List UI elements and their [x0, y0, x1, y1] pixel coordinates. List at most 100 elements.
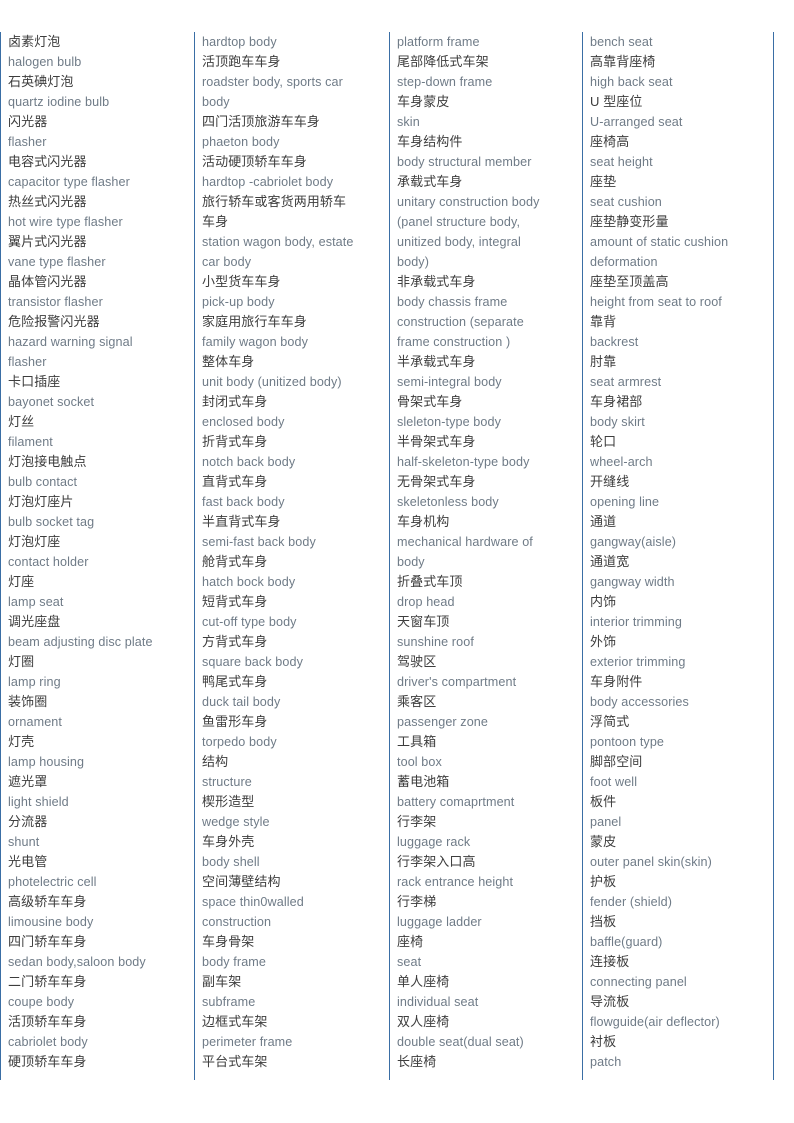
glossary-term-en: light shield — [8, 795, 69, 809]
glossary-term-en: foot well — [590, 775, 638, 789]
glossary-term-en: hardtop body — [202, 35, 277, 49]
glossary-term-zh: 活动硬顶轿车车身 — [202, 154, 307, 169]
glossary-term-en: photelectric cell — [8, 875, 97, 889]
glossary-term-zh: 折叠式车顶 — [397, 574, 463, 589]
glossary-term-en: hatch bock body — [202, 575, 296, 589]
glossary-term-en: perimeter frame — [202, 1035, 293, 1049]
glossary-term-en: body frame — [202, 955, 266, 969]
glossary-term-zh: 通道宽 — [590, 554, 630, 569]
glossary-term-en: tool box — [397, 755, 442, 769]
glossary-term-zh: 光电管 — [8, 854, 48, 869]
glossary-term-zh: 四门活顶旅游车车身 — [202, 114, 320, 129]
glossary-term-zh: 行李架 — [397, 814, 437, 829]
glossary-term-zh: 蒙皮 — [590, 834, 617, 849]
glossary-term-zh: 副车架 — [202, 974, 242, 989]
glossary-term-zh: 护板 — [590, 874, 617, 889]
glossary-term-zh: 灯泡灯座片 — [8, 494, 74, 509]
glossary-term-zh: 通道 — [590, 514, 617, 529]
glossary-term-zh: 楔形造型 — [202, 794, 255, 809]
glossary-term-zh: 平台式车架 — [202, 1054, 268, 1069]
glossary-term-en: semi-integral body — [397, 375, 502, 389]
glossary-term-en: sunshine roof — [397, 635, 474, 649]
glossary-term-en: capacitor type flasher — [8, 175, 130, 189]
glossary-term-zh: 肘靠 — [590, 354, 617, 369]
glossary-term-zh: 灯泡接电触点 — [8, 454, 87, 469]
glossary-term-en: pontoon type — [590, 735, 665, 749]
glossary-term-zh: 座椅高 — [590, 134, 630, 149]
glossary-term-zh: 翼片式闪光器 — [8, 234, 87, 249]
glossary-term-zh: 蓄电池箱 — [397, 774, 450, 789]
glossary-term-zh: 石英碘灯泡 — [8, 74, 74, 89]
glossary-term-zh: 非承载式车身 — [397, 274, 476, 289]
glossary-term-en: body chassis frame — [397, 295, 508, 309]
glossary-term-zh: 车身蒙皮 — [397, 94, 450, 109]
glossary-term-en: wheel-arch — [590, 455, 653, 469]
glossary-term-en: phaeton body — [202, 135, 280, 149]
glossary-term-zh: 连接板 — [590, 954, 630, 969]
glossary-term-en: vane type flasher — [8, 255, 106, 269]
glossary-term-zh: 半直背式车身 — [202, 514, 281, 529]
glossary-term-en: beam adjusting disc plate — [8, 635, 153, 649]
glossary-term-en: amount of static cushion — [590, 235, 729, 249]
glossary-term-zh: 脚部空间 — [590, 754, 643, 769]
glossary-term-en: roadster body, sports car — [202, 75, 343, 89]
glossary-term-en: unit body (unitized body) — [202, 375, 342, 389]
glossary-term-en: hazard warning signal — [8, 335, 133, 349]
glossary-term-zh: 长座椅 — [397, 1054, 437, 1069]
glossary-term-zh: 灯丝 — [8, 414, 35, 429]
glossary-term-zh: 座垫静变形量 — [590, 214, 669, 229]
glossary-term-zh: 天窗车顶 — [397, 614, 450, 629]
glossary-term-zh: 封闭式车身 — [202, 394, 268, 409]
glossary-term-zh: 小型货车车身 — [202, 274, 281, 289]
glossary-term-en: fender (shield) — [590, 895, 673, 909]
glossary-term-en: individual seat — [397, 995, 479, 1009]
glossary-term-en: ornament — [8, 715, 63, 729]
glossary-term-en: lamp ring — [8, 675, 61, 689]
glossary-term-en: body — [202, 95, 230, 109]
glossary-term-zh: 外饰 — [590, 634, 617, 649]
glossary-term-en: enclosed body — [202, 415, 285, 429]
glossary-term-en: filament — [8, 435, 53, 449]
glossary-term-zh: 整体车身 — [202, 354, 255, 369]
glossary-term-en: bulb contact — [8, 475, 78, 489]
glossary-term-zh: 高靠背座椅 — [590, 54, 656, 69]
glossary-term-en: transistor flasher — [8, 295, 103, 309]
glossary-term-zh: 双人座椅 — [397, 1014, 450, 1029]
glossary-term-en: car body — [202, 255, 252, 269]
glossary-term-zh: 导流板 — [590, 994, 630, 1009]
glossary-columns: 卤素灯泡 halogen bulb 石英碘灯泡 quartz iodine bulb 闪… — [0, 32, 794, 1080]
glossary-term-en: shunt — [8, 835, 40, 849]
glossary-term-zh: 车身裙部 — [590, 394, 643, 409]
glossary-term-en: step-down frame — [397, 75, 493, 89]
glossary-term-en: flasher — [8, 355, 47, 369]
glossary-term-zh: 灯泡灯座 — [8, 534, 61, 549]
glossary-term-en: lamp seat — [8, 595, 64, 609]
glossary-term-en: panel — [590, 815, 622, 829]
glossary-term-zh: 板件 — [590, 794, 617, 809]
glossary-term-zh: 方背式车身 — [202, 634, 268, 649]
glossary-term-en: square back body — [202, 655, 304, 669]
glossary-term-en: skeletonless body — [397, 495, 499, 509]
glossary-term-en: drop head — [397, 595, 455, 609]
glossary-term-en: body structural member — [397, 155, 532, 169]
glossary-term-zh: 直背式车身 — [202, 474, 268, 489]
glossary-term-zh: 车身 — [202, 214, 229, 229]
glossary-term-zh: 尾部降低式车架 — [397, 54, 489, 69]
glossary-term-zh: 开缝线 — [590, 474, 630, 489]
glossary-term-zh: 闪光器 — [8, 114, 48, 129]
glossary-term-zh: 边框式车架 — [202, 1014, 268, 1029]
glossary-term-en: U-arranged seat — [590, 115, 683, 129]
glossary-term-en: body) — [397, 255, 430, 269]
glossary-term-en: passenger zone — [397, 715, 489, 729]
glossary-term-en: notch back body — [202, 455, 296, 469]
glossary-term-zh: 工具箱 — [397, 734, 437, 749]
glossary-term-zh: 座垫至顶盖高 — [590, 274, 669, 289]
glossary-term-zh: 鱼雷形车身 — [202, 714, 268, 729]
glossary-term-en: high back seat — [590, 75, 673, 89]
glossary-term-en: backrest — [590, 335, 639, 349]
glossary-term-zh: 硬顶轿车车身 — [8, 1054, 87, 1069]
glossary-column-2: hardtop body 活顶跑车车身 roadster body, sports … — [194, 32, 389, 1080]
glossary-term-zh: 单人座椅 — [397, 974, 450, 989]
glossary-term-en: cut-off type body — [202, 615, 297, 629]
glossary-term-zh: 灯座 — [8, 574, 35, 589]
